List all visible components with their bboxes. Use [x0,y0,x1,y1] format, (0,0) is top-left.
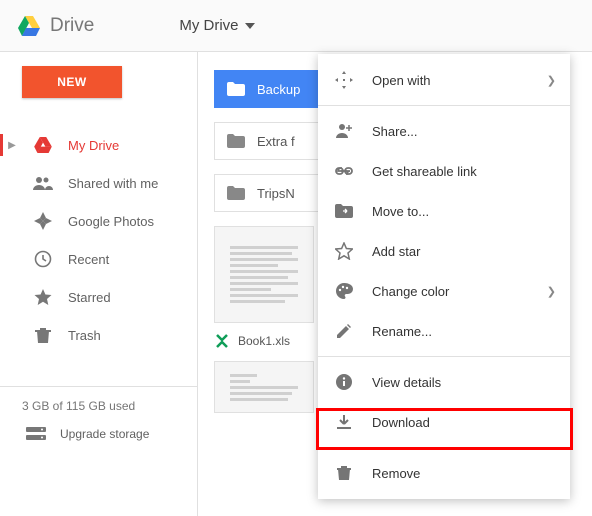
breadcrumb-label: My Drive [179,17,238,34]
sidebar-item-label: Trash [68,328,101,343]
expand-caret-icon: ▶ [6,140,18,151]
context-menu: Open with ❯ Share... Get shareable link … [318,54,570,499]
ctx-remove[interactable]: Remove [318,453,570,493]
sidebar-item-label: Starred [68,290,111,305]
drive-icon [32,137,54,153]
ctx-download[interactable]: Download [318,402,570,442]
dropdown-caret-icon [245,23,255,29]
sidebar-item-label: Google Photos [68,214,154,229]
sidebar-item-my-drive[interactable]: ▶ My Drive [0,126,197,164]
ctx-label: Remove [372,466,420,481]
move-arrows-icon [334,71,354,89]
storage-info: 3 GB of 115 GB used Upgrade storage [0,386,197,441]
link-icon [334,166,354,176]
sidebar-nav: ▶ My Drive Shared with me Google Photos … [0,126,197,354]
folder-icon [227,186,245,200]
ctx-label: Open with [372,73,431,88]
ctx-label: Move to... [372,204,429,219]
storage-text: 3 GB of 115 GB used [22,399,175,413]
sidebar-item-starred[interactable]: Starred [0,278,197,316]
drive-logo-icon [18,16,40,36]
trash-icon [334,465,354,481]
ctx-change-color[interactable]: Change color ❯ [318,271,570,311]
download-icon [334,414,354,430]
app-name: Drive [50,15,94,37]
trash-icon [32,326,54,344]
palette-icon [334,282,354,300]
sidebar-item-recent[interactable]: Recent [0,240,197,278]
sidebar-item-photos[interactable]: Google Photos [0,202,197,240]
storage-icon [26,427,46,441]
file-thumbnail[interactable] [214,226,314,323]
folder-move-icon [334,204,354,218]
folder-label: Backup [257,82,300,97]
sidebar-item-label: Recent [68,252,109,267]
sidebar-item-label: My Drive [68,138,119,153]
ctx-label: Share... [372,124,418,139]
upgrade-storage[interactable]: Upgrade storage [22,427,175,441]
ctx-rename[interactable]: Rename... [318,311,570,351]
breadcrumb[interactable]: My Drive [179,17,254,34]
main-content: Backup Blog Extra f TripsN Book1.xls [198,52,592,516]
star-icon [32,288,54,306]
chevron-right-icon: ❯ [547,285,556,298]
star-icon [334,242,354,260]
folder-icon [227,82,245,96]
file-label: Book1.xls [238,334,290,348]
ctx-open-with[interactable]: Open with ❯ [318,60,570,100]
ctx-view-details[interactable]: View details [318,362,570,402]
folder-icon [227,134,245,148]
thumbnail-preview [215,227,313,322]
pencil-icon [334,323,354,339]
ctx-label: View details [372,375,441,390]
people-icon [32,176,54,190]
header: Drive My Drive [0,0,592,52]
upgrade-label: Upgrade storage [60,427,149,441]
ctx-label: Add star [372,244,420,259]
sidebar-item-trash[interactable]: Trash [0,316,197,354]
folder-label: Extra f [257,134,295,149]
ctx-label: Get shareable link [372,164,477,179]
folder-label: TripsN [257,186,295,201]
sidebar: NEW ▶ My Drive Shared with me Google Pho… [0,52,198,516]
photos-icon [32,212,54,230]
sidebar-item-shared[interactable]: Shared with me [0,164,197,202]
thumbnail-preview [215,362,313,412]
person-add-icon [334,123,354,139]
ctx-share[interactable]: Share... [318,111,570,151]
file-thumbnail-2[interactable] [214,361,314,413]
ctx-move-to[interactable]: Move to... [318,191,570,231]
info-icon [334,373,354,391]
app-logo: Drive [18,15,94,37]
sheets-icon [214,333,230,349]
new-button[interactable]: NEW [22,66,122,98]
ctx-label: Rename... [372,324,432,339]
ctx-get-link[interactable]: Get shareable link [318,151,570,191]
ctx-add-star[interactable]: Add star [318,231,570,271]
clock-icon [32,250,54,268]
sidebar-item-label: Shared with me [68,176,158,191]
chevron-right-icon: ❯ [547,74,556,87]
ctx-label: Change color [372,284,449,299]
ctx-label: Download [372,415,430,430]
